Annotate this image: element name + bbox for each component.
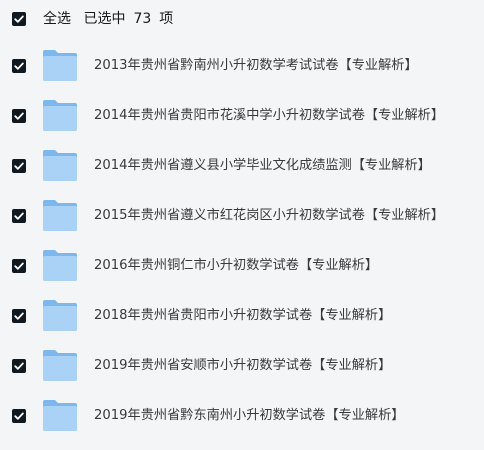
folder-icon bbox=[43, 350, 77, 381]
row-checkbox[interactable] bbox=[12, 409, 26, 423]
checkmark-icon bbox=[14, 212, 24, 220]
row-checkbox[interactable] bbox=[12, 359, 26, 373]
file-name[interactable]: 2019年贵州省安顺市小升初数学试卷【专业解析】 bbox=[94, 357, 391, 375]
file-name[interactable]: 2013年贵州省黔南州小升初数学考试试卷【专业解析】 bbox=[94, 57, 418, 75]
file-list-panel: 全选 已选中 73 项 2013年贵州省黔南州小升初数学考试试卷【专业解析】 201… bbox=[0, 0, 484, 450]
file-row[interactable]: 2015年贵州省遵义市红花岗区小升初数学试卷【专业解析】 bbox=[0, 192, 484, 242]
folder-icon bbox=[43, 250, 77, 281]
file-row[interactable]: 2013年贵州省黔南州小升初数学考试试卷【专业解析】 bbox=[0, 42, 484, 92]
file-name[interactable]: 2019年贵州省黔东南州小升初数学试卷【专业解析】 bbox=[94, 407, 405, 425]
folder-icon bbox=[43, 200, 77, 231]
checkmark-icon bbox=[14, 312, 24, 320]
file-row[interactable]: 2016年贵州铜仁市小升初数学试卷【专业解析】 bbox=[0, 242, 484, 292]
checkmark-icon bbox=[14, 162, 24, 170]
folder-icon bbox=[43, 300, 77, 331]
row-checkbox[interactable] bbox=[12, 109, 26, 123]
selection-summary: 全选 已选中 73 项 bbox=[43, 10, 181, 28]
folder-icon bbox=[43, 400, 77, 431]
checkmark-icon bbox=[14, 412, 24, 420]
selected-prefix: 已选中 bbox=[83, 11, 126, 27]
folder-icon bbox=[43, 100, 77, 131]
file-name[interactable]: 2016年贵州铜仁市小升初数学试卷【专业解析】 bbox=[94, 257, 378, 275]
row-checkbox[interactable] bbox=[12, 309, 26, 323]
checkmark-icon bbox=[14, 262, 24, 270]
folder-icon bbox=[43, 150, 77, 181]
select-all-label[interactable]: 全选 bbox=[43, 11, 71, 27]
selected-suffix: 项 bbox=[159, 11, 174, 27]
file-row[interactable]: 2018年贵州省贵阳市小升初数学试卷【专业解析】 bbox=[0, 292, 484, 342]
select-all-checkbox[interactable] bbox=[12, 12, 26, 26]
checkmark-icon bbox=[14, 15, 24, 23]
file-row[interactable]: 2014年贵州省贵阳市花溪中学小升初数学试卷【专业解析】 bbox=[0, 92, 484, 142]
folder-icon bbox=[43, 50, 77, 81]
selected-count: 73 bbox=[133, 11, 152, 27]
checkmark-icon bbox=[14, 62, 24, 70]
row-checkbox[interactable] bbox=[12, 209, 26, 223]
row-checkbox[interactable] bbox=[12, 259, 26, 273]
selection-header: 全选 已选中 73 项 bbox=[0, 0, 484, 38]
file-name[interactable]: 2018年贵州省贵阳市小升初数学试卷【专业解析】 bbox=[94, 307, 391, 325]
file-row[interactable]: 2014年贵州省遵义县小学毕业文化成绩监测【专业解析】 bbox=[0, 142, 484, 192]
file-row[interactable]: 2019年贵州省黔东南州小升初数学试卷【专业解析】 bbox=[0, 392, 484, 442]
file-name[interactable]: 2014年贵州省遵义县小学毕业文化成绩监测【专业解析】 bbox=[94, 157, 431, 175]
checkmark-icon bbox=[14, 362, 24, 370]
checkmark-icon bbox=[14, 112, 24, 120]
file-name[interactable]: 2015年贵州省遵义市红花岗区小升初数学试卷【专业解析】 bbox=[94, 207, 444, 225]
file-row[interactable]: 2019年贵州省安顺市小升初数学试卷【专业解析】 bbox=[0, 342, 484, 392]
row-checkbox[interactable] bbox=[12, 59, 26, 73]
file-name[interactable]: 2014年贵州省贵阳市花溪中学小升初数学试卷【专业解析】 bbox=[94, 107, 444, 125]
row-checkbox[interactable] bbox=[12, 159, 26, 173]
